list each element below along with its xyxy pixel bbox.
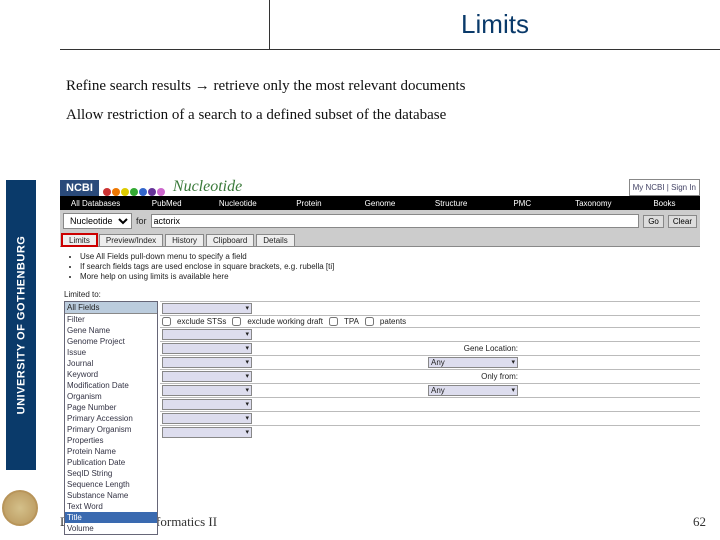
clear-button[interactable]: Clear	[668, 215, 697, 228]
database-select[interactable]: Nucleotide	[63, 213, 132, 229]
nav-item[interactable]: Nucleotide	[202, 199, 273, 208]
ncbi-spectrum-icon	[103, 188, 165, 196]
university-sidebar: UNIVERSITY OF GOTHENBURG	[6, 180, 36, 470]
limit-select[interactable]	[162, 343, 252, 354]
nav-item[interactable]: Structure	[416, 199, 487, 208]
ncbi-screenshot: NCBI Nucleotide My NCBI | Sign In All Da…	[60, 170, 700, 480]
tab-details[interactable]: Details	[256, 234, 294, 246]
tab-preview[interactable]: Preview/Index	[99, 234, 163, 246]
chk-sts[interactable]	[162, 317, 171, 326]
ncbi-logo: NCBI	[60, 180, 99, 196]
nav-item[interactable]: Taxonomy	[558, 199, 629, 208]
slide-title: Limits	[461, 9, 529, 40]
nav-item[interactable]: PubMed	[131, 199, 202, 208]
chk-tpa[interactable]	[329, 317, 338, 326]
any-select[interactable]: Any	[428, 357, 518, 368]
arrow-icon: →	[195, 78, 210, 94]
limited-to-label: Limited to:	[64, 290, 696, 299]
nav-item[interactable]: PMC	[487, 199, 558, 208]
nav-item[interactable]: Genome	[344, 199, 415, 208]
tab-limits[interactable]: Limits	[62, 234, 97, 246]
limit-select[interactable]	[162, 413, 252, 424]
tab-clipboard[interactable]: Clipboard	[206, 234, 254, 246]
nav-item[interactable]: All Databases	[60, 199, 131, 208]
help-list: Use All Fields pull-down menu to specify…	[60, 247, 700, 288]
university-seal-icon	[2, 490, 38, 526]
limit-select[interactable]	[162, 329, 252, 340]
limit-select[interactable]	[162, 371, 252, 382]
field-dropdown[interactable]: All Fields Filter Gene Name Genome Proje…	[64, 301, 158, 535]
ncbi-login-link[interactable]: My NCBI | Sign In	[629, 179, 700, 196]
search-bar: Nucleotide for Go Clear	[60, 210, 700, 232]
limit-select[interactable]	[162, 303, 252, 314]
page-number: 62	[693, 514, 706, 530]
limit-select[interactable]	[162, 357, 252, 368]
limit-select[interactable]	[162, 427, 252, 438]
title-bar: Limits	[60, 0, 720, 50]
top-nav: All Databases PubMed Nucleotide Protein …	[60, 196, 700, 210]
university-name: UNIVERSITY OF GOTHENBURG	[15, 236, 27, 415]
limit-select[interactable]	[162, 385, 252, 396]
ncbi-product-title: Nucleotide	[173, 178, 242, 196]
body-text: Refine search results → retrieve only th…	[66, 78, 700, 124]
chk-patents[interactable]	[365, 317, 374, 326]
nav-item[interactable]: Protein	[273, 199, 344, 208]
tab-row: Limits Preview/Index History Clipboard D…	[60, 232, 700, 247]
chk-draft[interactable]	[232, 317, 241, 326]
limit-select[interactable]	[162, 399, 252, 410]
any-select[interactable]: Any	[428, 385, 518, 396]
go-button[interactable]: Go	[643, 215, 664, 228]
tab-history[interactable]: History	[165, 234, 204, 246]
search-input[interactable]	[151, 214, 640, 228]
nav-item[interactable]: Books	[629, 199, 700, 208]
limits-form: All Fields Filter Gene Name Genome Proje…	[60, 301, 700, 439]
